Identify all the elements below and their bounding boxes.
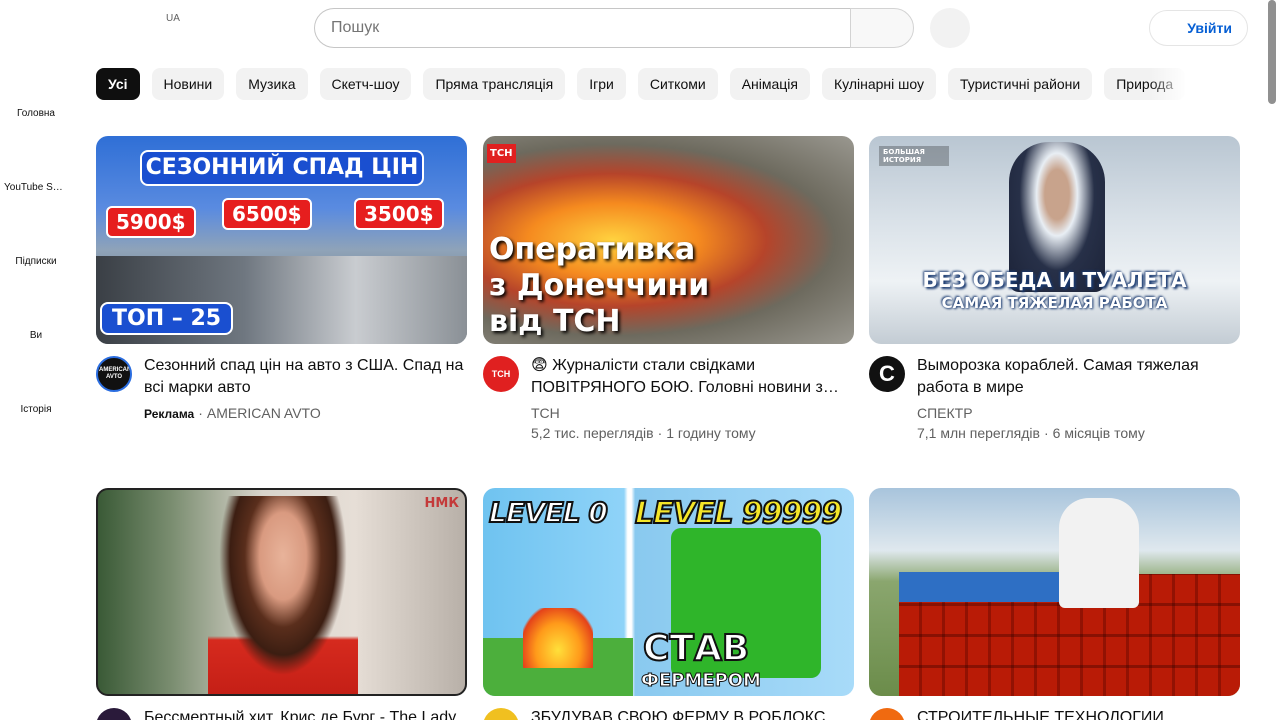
- video-thumbnail[interactable]: [869, 488, 1240, 696]
- chip-all[interactable]: Усі: [96, 68, 140, 100]
- channel-avatar[interactable]: C: [869, 356, 905, 392]
- video-card[interactable]: ТСН Оперативка з Донеччини від ТСН ТСН 😨…: [483, 136, 854, 441]
- video-byline: Реклама · AMERICAN AVTO: [144, 405, 321, 421]
- thumb-line-1: СТАВ: [642, 627, 750, 670]
- view-count: 5,2 тис. переглядів: [531, 425, 654, 441]
- sidebar-item-label: Головна: [17, 108, 55, 119]
- sidebar-item-history[interactable]: Історія: [0, 352, 72, 426]
- search-input[interactable]: [331, 19, 851, 37]
- sidebar-item-subscriptions[interactable]: Підписки: [0, 204, 72, 278]
- video-card[interactable]: СЕЗОННИЙ СПАД ЦІН 5900$ 6500$ 3500$ ТОП …: [96, 136, 467, 436]
- video-meta: СТРОИТЕЛЬНЫЕ ТЕХНОЛОГИИ: [917, 707, 1240, 720]
- voice-search-button[interactable]: [930, 8, 970, 48]
- channel-avatar[interactable]: AMERICAN AVTO: [96, 356, 132, 392]
- thumb-banner: СЕЗОННИЙ СПАД ЦІН: [140, 150, 424, 186]
- video-card[interactable]: LEVEL 0 LEVEL 99999 СТАВ ФЕРМЕРОМ ЗБУДУВ…: [483, 488, 854, 720]
- video-thumbnail[interactable]: СЕЗОННИЙ СПАД ЦІН 5900$ 6500$ 3500$ ТОП …: [96, 136, 467, 344]
- thumb-price-2: 6500$: [222, 198, 312, 230]
- scrollbar-thumb[interactable]: [1268, 0, 1276, 104]
- sidebar-item-label: Ви: [29, 330, 43, 341]
- channel-name[interactable]: AMERICAN AVTO: [207, 405, 321, 421]
- chip-animation[interactable]: Анімація: [729, 68, 810, 100]
- channel-logo: БОЛЬШАЯ ИСТОРИЯ: [879, 146, 949, 166]
- channel-name[interactable]: СПЕКТР: [917, 403, 1240, 423]
- upload-age: 1 годину тому: [666, 425, 756, 441]
- thumb-level-0: LEVEL 0: [488, 495, 609, 530]
- chip-sketch[interactable]: Скетч-шоу: [319, 68, 412, 100]
- chips-fade: [1150, 68, 1198, 100]
- chip-live[interactable]: Пряма трансляція: [423, 68, 566, 100]
- video-thumbnail[interactable]: ТСН Оперативка з Донеччини від ТСН: [483, 136, 854, 344]
- thumb-price-1: 5900$: [106, 206, 196, 238]
- chip-sitcoms[interactable]: Ситкоми: [637, 68, 718, 100]
- sidebar-item-you[interactable]: Ви: [0, 278, 72, 352]
- thumb-level-99999: LEVEL 99999: [634, 495, 843, 532]
- chip-tourism[interactable]: Туристичні райони: [948, 68, 1093, 100]
- thumb-line-2: САМАЯ ТЯЖЕЛАЯ РАБОТА: [941, 294, 1168, 312]
- video-title[interactable]: Выморозка кораблей. Самая тяжелая работа…: [917, 355, 1240, 399]
- video-card[interactable]: СТРОИТЕЛЬНЫЕ ТЕХНОЛОГИИ: [869, 488, 1240, 720]
- fire-image: [523, 608, 593, 668]
- channel-avatar[interactable]: [96, 708, 132, 720]
- thumb-line-2: ФЕРМЕРОМ: [641, 670, 762, 692]
- video-meta: Бессмертный хит. Крис де Бург - The Lady…: [144, 707, 467, 720]
- thumb-price-3: 3500$: [354, 198, 444, 230]
- video-meta: Выморозка кораблей. Самая тяжелая работа…: [917, 355, 1240, 443]
- thumb-line-1: БЕЗ ОБЕДА И ТУАЛЕТА: [922, 268, 1187, 292]
- channel-avatar[interactable]: [483, 708, 519, 720]
- upload-age: 6 місяців тому: [1052, 425, 1145, 441]
- video-meta: 😨 Журналісти стали свідками ПОВІТРЯНОГО …: [531, 355, 854, 443]
- masthead: UA Увійти: [0, 0, 1280, 56]
- search-button[interactable]: [850, 8, 914, 48]
- sidebar-item-label: Історія: [20, 404, 52, 415]
- thumb-line-3: від ТСН: [489, 304, 621, 339]
- channel-avatar[interactable]: ТСН: [483, 356, 519, 392]
- search-box[interactable]: [314, 8, 851, 48]
- video-meta: ЗБУДУВАВ СВОЮ ФЕРМУ В РОБЛОКС: [531, 707, 854, 720]
- video-meta: Сезонний спад цін на авто з США. Спад на…: [144, 355, 467, 424]
- video-title[interactable]: ЗБУДУВАВ СВОЮ ФЕРМУ В РОБЛОКС: [531, 707, 854, 720]
- channel-name[interactable]: ТСН: [531, 403, 854, 423]
- video-card[interactable]: БОЛЬШАЯ ИСТОРИЯ БЕЗ ОБЕДА И ТУАЛЕТА САМА…: [869, 136, 1240, 441]
- sign-in-label: Увійти: [1187, 20, 1232, 36]
- sidebar-item-home[interactable]: Головна: [0, 56, 72, 130]
- thumb-badge: ТОП – 25: [100, 302, 234, 335]
- video-thumbnail[interactable]: LEVEL 0 LEVEL 99999 СТАВ ФЕРМЕРОМ: [483, 488, 854, 696]
- video-title[interactable]: Бессмертный хит. Крис де Бург - The Lady…: [144, 707, 467, 720]
- video-stats: 7,1 млн переглядів · 6 місяців тому: [917, 425, 1145, 441]
- thumb-line-2: з Донеччини: [489, 268, 710, 303]
- chip-cooking[interactable]: Кулінарні шоу: [822, 68, 937, 100]
- channel-avatar[interactable]: [869, 708, 905, 720]
- video-card[interactable]: НМК Бессмертный хит. Крис де Бург - The …: [96, 488, 467, 720]
- sidebar-item-shorts[interactable]: YouTube Shorts: [0, 130, 72, 204]
- video-thumbnail[interactable]: БОЛЬШАЯ ИСТОРИЯ БЕЗ ОБЕДА И ТУАЛЕТА САМА…: [869, 136, 1240, 344]
- singer-figure: [208, 496, 358, 694]
- sidebar-item-label: Підписки: [15, 256, 57, 267]
- country-code: UA: [166, 13, 180, 24]
- sign-in-button[interactable]: Увійти: [1149, 10, 1248, 46]
- video-stats: 5,2 тис. переглядів · 1 годину тому: [531, 425, 756, 441]
- video-thumbnail[interactable]: НМК: [96, 488, 467, 696]
- chip-games[interactable]: Ігри: [577, 68, 626, 100]
- chip-news[interactable]: Новини: [151, 68, 225, 100]
- video-title[interactable]: СТРОИТЕЛЬНЫЕ ТЕХНОЛОГИИ: [917, 707, 1240, 720]
- chip-music[interactable]: Музика: [236, 68, 308, 100]
- builder-figure: [1059, 498, 1139, 608]
- view-count: 7,1 млн переглядів: [917, 425, 1040, 441]
- thumb-line-1: Оперативка: [489, 232, 696, 267]
- video-title[interactable]: Сезонний спад цін на авто з США. Спад на…: [144, 355, 467, 399]
- chip-bar: Усі Новини Музика Скетч-шоу Пряма трансл…: [96, 68, 1194, 100]
- video-title[interactable]: 😨 Журналісти стали свідками ПОВІТРЯНОГО …: [531, 355, 854, 399]
- sidebar-item-label: YouTube Shorts: [4, 182, 72, 193]
- channel-logo: НМК: [424, 496, 459, 511]
- ad-label: Реклама: [144, 407, 195, 421]
- tsn-logo: ТСН: [487, 144, 516, 163]
